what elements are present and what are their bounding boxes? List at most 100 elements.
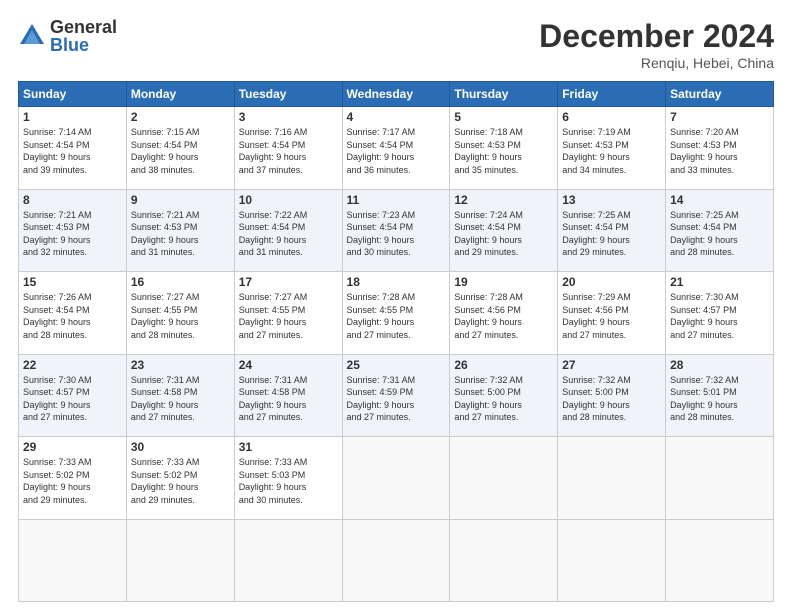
calendar-cell: [558, 437, 666, 520]
calendar-cell: 18Sunrise: 7:28 AM Sunset: 4:55 PM Dayli…: [342, 272, 450, 355]
calendar-cell: 21 Sunrise: 7:30 AM Sunset: 4:57 PM Dayli…: [666, 272, 774, 355]
subtitle: Renqiu, Hebei, China: [539, 55, 774, 71]
calendar-cell: 28 Sunrise: 7:32 AM Sunset: 5:01 PM Dayli…: [666, 354, 774, 437]
calendar-cell: 29 Sunrise: 7:33 AM Sunset: 5:02 PM Dayli…: [19, 437, 127, 520]
calendar-cell: 7 Sunrise: 7:20 AM Sunset: 4:53 PM Daylig…: [666, 107, 774, 190]
day-info: Sunrise: 7:15 AM Sunset: 4:54 PM Dayligh…: [131, 126, 230, 176]
day-number: 1: [23, 110, 122, 124]
calendar-cell: 30Sunrise: 7:33 AM Sunset: 5:02 PM Dayli…: [126, 437, 234, 520]
logo-icon: [18, 22, 46, 50]
day-info: Sunrise: 7:22 AM Sunset: 4:54 PM Dayligh…: [239, 209, 338, 259]
day-info: Sunrise: 7:30 AM Sunset: 4:57 PM Dayligh…: [670, 291, 769, 341]
day-info: Sunrise: 7:20 AM Sunset: 4:53 PM Dayligh…: [670, 126, 769, 176]
day-number: 9: [131, 193, 230, 207]
month-title: December 2024: [539, 18, 774, 55]
calendar-cell: 27 Sunrise: 7:32 AM Sunset: 5:00 PM Dayli…: [558, 354, 666, 437]
calendar-cell: [558, 519, 666, 602]
day-number: 16: [131, 275, 230, 289]
calendar-cell: 25 Sunrise: 7:31 AM Sunset: 4:59 PM Dayli…: [342, 354, 450, 437]
calendar-cell: [450, 519, 558, 602]
col-tuesday: Tuesday: [234, 82, 342, 107]
day-info: Sunrise: 7:21 AM Sunset: 4:53 PM Dayligh…: [131, 209, 230, 259]
day-number: 7: [670, 110, 769, 124]
calendar-cell: 14 Sunrise: 7:25 AM Sunset: 4:54 PM Dayli…: [666, 189, 774, 272]
day-info: Sunrise: 7:28 AM Sunset: 4:56 PM Dayligh…: [454, 291, 553, 341]
calendar-cell: [342, 519, 450, 602]
day-info: Sunrise: 7:33 AM Sunset: 5:02 PM Dayligh…: [23, 456, 122, 506]
calendar-cell: 13 Sunrise: 7:25 AM Sunset: 4:54 PM Dayli…: [558, 189, 666, 272]
day-number: 27: [562, 358, 661, 372]
day-number: 14: [670, 193, 769, 207]
day-info: Sunrise: 7:18 AM Sunset: 4:53 PM Dayligh…: [454, 126, 553, 176]
day-number: 24: [239, 358, 338, 372]
calendar-cell: 1 Sunrise: 7:14 AM Sunset: 4:54 PM Daylig…: [19, 107, 127, 190]
col-friday: Friday: [558, 82, 666, 107]
day-number: 25: [347, 358, 446, 372]
day-info: Sunrise: 7:24 AM Sunset: 4:54 PM Dayligh…: [454, 209, 553, 259]
calendar-cell: 17 Sunrise: 7:27 AM Sunset: 4:55 PM Dayli…: [234, 272, 342, 355]
header: General Blue December 2024 Renqiu, Hebei…: [18, 18, 774, 71]
calendar-cell: 4 Sunrise: 7:17 AM Sunset: 4:54 PM Daylig…: [342, 107, 450, 190]
calendar-week-row: 15Sunrise: 7:26 AM Sunset: 4:54 PM Dayli…: [19, 272, 774, 355]
logo: General Blue: [18, 18, 117, 54]
col-saturday: Saturday: [666, 82, 774, 107]
day-info: Sunrise: 7:25 AM Sunset: 4:54 PM Dayligh…: [670, 209, 769, 259]
day-number: 31: [239, 440, 338, 454]
calendar-cell: 16 Sunrise: 7:27 AM Sunset: 4:55 PM Dayli…: [126, 272, 234, 355]
calendar-cell: 15Sunrise: 7:26 AM Sunset: 4:54 PM Dayli…: [19, 272, 127, 355]
day-info: Sunrise: 7:32 AM Sunset: 5:01 PM Dayligh…: [670, 374, 769, 424]
day-number: 29: [23, 440, 122, 454]
calendar-cell: [666, 437, 774, 520]
page: General Blue December 2024 Renqiu, Hebei…: [0, 0, 792, 612]
day-info: Sunrise: 7:31 AM Sunset: 4:59 PM Dayligh…: [347, 374, 446, 424]
day-number: 4: [347, 110, 446, 124]
day-number: 22: [23, 358, 122, 372]
day-number: 17: [239, 275, 338, 289]
calendar-header-row: Sunday Monday Tuesday Wednesday Thursday…: [19, 82, 774, 107]
calendar-cell: [126, 519, 234, 602]
day-info: Sunrise: 7:16 AM Sunset: 4:54 PM Dayligh…: [239, 126, 338, 176]
logo-text: General Blue: [50, 18, 117, 54]
day-info: Sunrise: 7:32 AM Sunset: 5:00 PM Dayligh…: [454, 374, 553, 424]
day-info: Sunrise: 7:21 AM Sunset: 4:53 PM Dayligh…: [23, 209, 122, 259]
logo-blue: Blue: [50, 36, 117, 54]
calendar-cell: 26 Sunrise: 7:32 AM Sunset: 5:00 PM Dayli…: [450, 354, 558, 437]
calendar-cell: 3Sunrise: 7:16 AM Sunset: 4:54 PM Daylig…: [234, 107, 342, 190]
day-info: Sunrise: 7:17 AM Sunset: 4:54 PM Dayligh…: [347, 126, 446, 176]
logo-general: General: [50, 18, 117, 36]
day-number: 6: [562, 110, 661, 124]
calendar-table: Sunday Monday Tuesday Wednesday Thursday…: [18, 81, 774, 602]
calendar-cell: [234, 519, 342, 602]
day-number: 18: [347, 275, 446, 289]
day-info: Sunrise: 7:14 AM Sunset: 4:54 PM Dayligh…: [23, 126, 122, 176]
col-thursday: Thursday: [450, 82, 558, 107]
day-number: 2: [131, 110, 230, 124]
day-info: Sunrise: 7:27 AM Sunset: 4:55 PM Dayligh…: [239, 291, 338, 341]
calendar-cell: 5 Sunrise: 7:18 AM Sunset: 4:53 PM Daylig…: [450, 107, 558, 190]
calendar-cell: 10Sunrise: 7:22 AM Sunset: 4:54 PM Dayli…: [234, 189, 342, 272]
day-info: Sunrise: 7:32 AM Sunset: 5:00 PM Dayligh…: [562, 374, 661, 424]
day-number: 26: [454, 358, 553, 372]
calendar-week-row: [19, 519, 774, 602]
day-number: 21: [670, 275, 769, 289]
col-monday: Monday: [126, 82, 234, 107]
day-info: Sunrise: 7:33 AM Sunset: 5:02 PM Dayligh…: [131, 456, 230, 506]
day-info: Sunrise: 7:23 AM Sunset: 4:54 PM Dayligh…: [347, 209, 446, 259]
day-number: 5: [454, 110, 553, 124]
day-info: Sunrise: 7:25 AM Sunset: 4:54 PM Dayligh…: [562, 209, 661, 259]
calendar-cell: 24Sunrise: 7:31 AM Sunset: 4:58 PM Dayli…: [234, 354, 342, 437]
title-block: December 2024 Renqiu, Hebei, China: [539, 18, 774, 71]
calendar-cell: [19, 519, 127, 602]
day-number: 11: [347, 193, 446, 207]
calendar-cell: 2 Sunrise: 7:15 AM Sunset: 4:54 PM Daylig…: [126, 107, 234, 190]
calendar-week-row: 29 Sunrise: 7:33 AM Sunset: 5:02 PM Dayli…: [19, 437, 774, 520]
col-wednesday: Wednesday: [342, 82, 450, 107]
day-number: 28: [670, 358, 769, 372]
calendar-cell: 8Sunrise: 7:21 AM Sunset: 4:53 PM Daylig…: [19, 189, 127, 272]
day-number: 15: [23, 275, 122, 289]
day-info: Sunrise: 7:27 AM Sunset: 4:55 PM Dayligh…: [131, 291, 230, 341]
calendar-cell: [342, 437, 450, 520]
day-number: 13: [562, 193, 661, 207]
calendar-cell: 11 Sunrise: 7:23 AM Sunset: 4:54 PM Dayli…: [342, 189, 450, 272]
day-info: Sunrise: 7:30 AM Sunset: 4:57 PM Dayligh…: [23, 374, 122, 424]
